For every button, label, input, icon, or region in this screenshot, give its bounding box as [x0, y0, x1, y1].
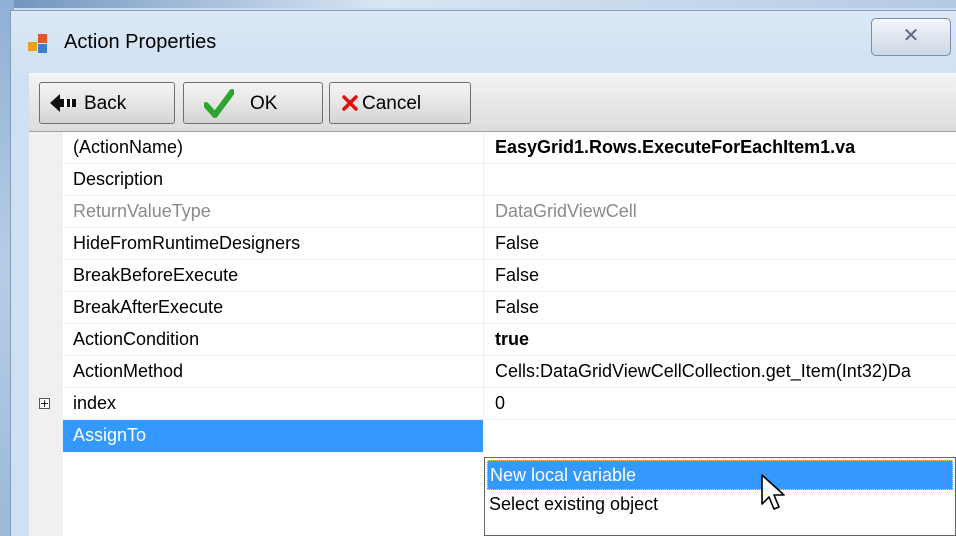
- back-arrow-icon: [50, 94, 76, 112]
- property-value[interactable]: EasyGrid1.Rows.ExecuteForEachItem1.va: [495, 137, 855, 158]
- property-value[interactable]: False: [495, 297, 539, 318]
- property-row-actioncondition[interactable]: ActionCondition true: [63, 324, 956, 356]
- property-row-breakafterexecute[interactable]: BreakAfterExecute False: [63, 292, 956, 324]
- property-name: ActionMethod: [73, 361, 184, 381]
- back-label: Back: [84, 93, 127, 114]
- back-button[interactable]: Back: [39, 82, 175, 124]
- green-check-icon: [204, 89, 234, 118]
- toolbar: Back OK Cancel: [29, 73, 956, 131]
- property-value[interactable]: False: [495, 265, 539, 286]
- property-value[interactable]: Cells:DataGridViewCellCollection.get_Ite…: [495, 361, 911, 382]
- option-label: Select existing object: [489, 494, 659, 514]
- ok-label: OK: [250, 93, 278, 114]
- property-name: ReturnValueType: [73, 201, 211, 221]
- property-value[interactable]: true: [495, 329, 529, 350]
- property-row-returnvaluetype[interactable]: ReturnValueType DataGridViewCell: [63, 196, 956, 228]
- property-row-hidefromruntimedesigners[interactable]: HideFromRuntimeDesigners False: [63, 228, 956, 260]
- property-name: ActionCondition: [73, 329, 200, 349]
- property-row-breakbeforeexecute[interactable]: BreakBeforeExecute False: [63, 260, 956, 292]
- close-icon: ✕: [902, 25, 920, 47]
- cancel-button[interactable]: Cancel: [329, 82, 471, 124]
- property-row-description[interactable]: Description: [63, 164, 956, 196]
- property-row-actionname[interactable]: (ActionName) EasyGrid1.Rows.ExecuteForEa…: [63, 132, 956, 164]
- plus-box-icon[interactable]: +: [39, 398, 50, 409]
- property-name: index: [73, 393, 117, 413]
- property-row-index[interactable]: index 0: [63, 388, 956, 420]
- window-title: Action Properties: [64, 31, 217, 53]
- grid-gutter: [29, 132, 63, 536]
- assignto-dropdown-list[interactable]: New local variable Select existing objec…: [484, 457, 956, 536]
- property-value: DataGridViewCell: [495, 201, 637, 221]
- property-value[interactable]: False: [495, 233, 539, 254]
- mouse-pointer-icon: [761, 474, 785, 510]
- close-button[interactable]: ✕: [871, 18, 951, 56]
- property-row-actionmethod[interactable]: ActionMethod Cells:DataGridViewCellColle…: [63, 356, 956, 388]
- property-value[interactable]: 0: [495, 393, 505, 414]
- property-name: AssignTo: [73, 425, 147, 445]
- title-bar[interactable]: Action Properties ✕: [11, 11, 956, 69]
- selected-property-cell: AssignTo: [63, 420, 483, 452]
- option-select-existing-object[interactable]: Select existing object: [487, 490, 953, 520]
- option-new-local-variable[interactable]: New local variable: [487, 460, 953, 490]
- property-name: HideFromRuntimeDesigners: [73, 233, 301, 253]
- app-icon: [28, 34, 48, 54]
- ok-button[interactable]: OK: [183, 82, 323, 124]
- property-name: Description: [73, 169, 164, 189]
- property-name: BreakAfterExecute: [73, 297, 224, 317]
- property-name: BreakBeforeExecute: [73, 265, 239, 285]
- property-row-assignto[interactable]: AssignTo: [63, 420, 956, 452]
- option-label: New local variable: [490, 465, 637, 485]
- red-x-icon: [342, 95, 358, 111]
- cancel-label: Cancel: [362, 93, 422, 114]
- property-name: (ActionName): [73, 137, 184, 157]
- background-top: [0, 0, 956, 8]
